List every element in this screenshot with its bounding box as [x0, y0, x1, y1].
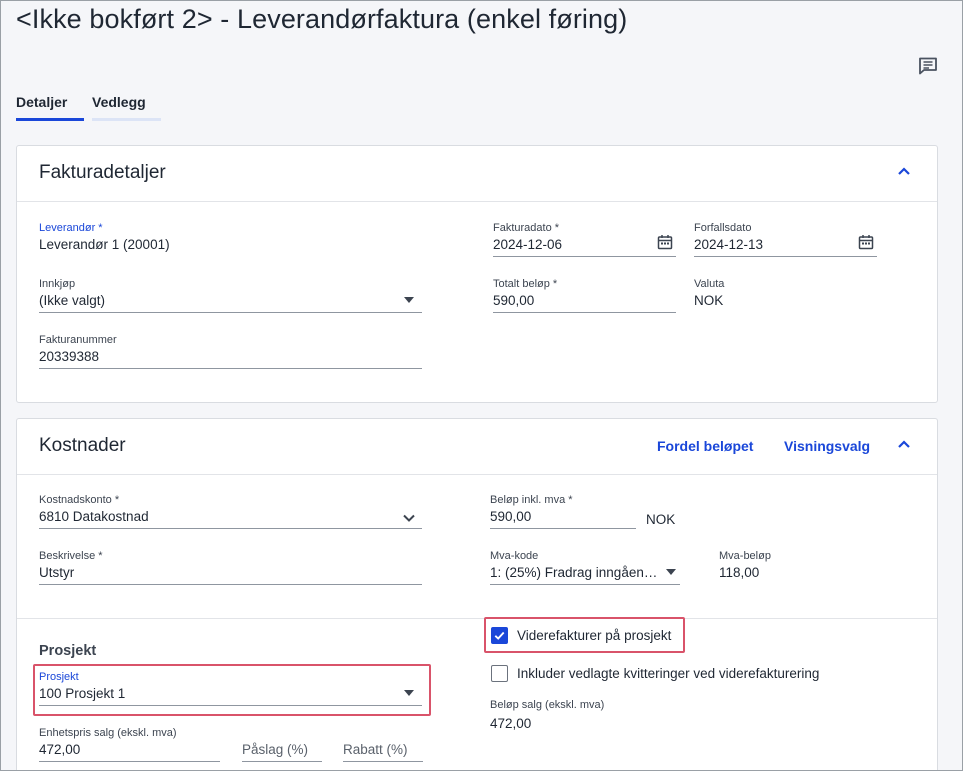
check-icon: [494, 631, 505, 640]
discount-label: Rabatt (%): [343, 742, 408, 757]
project-divider: [17, 618, 937, 619]
calendar-icon[interactable]: [657, 234, 673, 250]
markup-field[interactable]: Påslag (%): [242, 727, 322, 763]
tab-details-underline: [16, 118, 84, 121]
amount-incl-vat-underline: [490, 528, 636, 529]
invoice-number-underline: [39, 368, 422, 369]
purchase-select[interactable]: Innkjøp (Ikke valgt): [39, 278, 422, 314]
caret-down-icon: [404, 297, 414, 303]
caret-down-icon: [404, 690, 414, 696]
page-title: <Ikke bokført 2> - Leverandørfaktura (en…: [16, 4, 628, 34]
unit-price-label: Enhetspris salg (ekskl. mva): [39, 727, 177, 739]
discount-field[interactable]: Rabatt (%): [343, 727, 423, 763]
unit-price-underline: [39, 761, 220, 762]
due-date-field[interactable]: Forfallsdato 2024-12-13: [694, 222, 877, 258]
amount-currency: NOK: [646, 512, 676, 527]
amount-incl-vat-label: Beløp inkl. mva *: [490, 494, 573, 506]
project-label: Prosjekt: [39, 671, 79, 683]
supplier-label: Leverandør *: [39, 222, 103, 234]
description-underline: [39, 584, 422, 585]
supplier-field[interactable]: Leverandør * Leverandør 1 (20001): [39, 222, 422, 258]
currency-value: NOK: [694, 293, 724, 308]
purchase-value: (Ikke valgt): [39, 293, 106, 308]
unit-price-value: 472,00: [39, 742, 81, 757]
purchase-underline: [39, 312, 422, 313]
comment-icon[interactable]: [918, 57, 938, 75]
project-select[interactable]: Prosjekt 100 Prosjekt 1: [39, 671, 422, 707]
due-date-value: 2024-12-13: [694, 237, 764, 252]
invoice-number-label: Fakturanummer: [39, 334, 117, 346]
invoice-details-card: Fakturadetaljer Leverandør * Leverandør …: [16, 145, 938, 403]
cost-account-underline: [39, 528, 422, 529]
tab-attachments-underline: [92, 118, 161, 121]
include-receipts-label[interactable]: Inkluder vedlagte kvitteringer ved vider…: [517, 666, 819, 681]
description-label: Beskrivelse *: [39, 550, 103, 562]
caret-down-icon: [666, 569, 676, 575]
description-value: Utstyr: [39, 565, 75, 580]
invoice-date-underline: [493, 256, 676, 257]
tab-attachments[interactable]: Vedlegg: [92, 94, 161, 121]
total-amount-field[interactable]: Totalt beløp * 590,00: [493, 278, 676, 314]
invoice-number-value: 20339388: [39, 349, 100, 364]
due-date-underline: [694, 256, 877, 257]
vat-code-label: Mva-kode: [490, 550, 539, 562]
costs-title: Kostnader: [39, 435, 126, 456]
due-date-label: Forfallsdato: [694, 222, 752, 234]
amount-incl-vat-field[interactable]: Beløp inkl. mva * 590,00: [490, 494, 636, 530]
description-field[interactable]: Beskrivelse * Utstyr: [39, 550, 422, 586]
invoice-date-field[interactable]: Fakturadato * 2024-12-06: [493, 222, 676, 258]
chevron-up-icon[interactable]: [897, 166, 911, 176]
vat-amount-field: Mva-beløp 118,00: [719, 550, 839, 586]
vat-amount-label: Mva-beløp: [719, 550, 771, 562]
total-amount-value: 590,00: [493, 293, 535, 308]
unit-price-field[interactable]: Enhetspris salg (ekskl. mva) 472,00: [39, 727, 220, 763]
costs-header: Kostnader Fordel beløpet Visningsvalg: [17, 419, 937, 475]
invoice-date-value: 2024-12-06: [493, 237, 563, 252]
vat-code-select[interactable]: Mva-kode 1: (25%) Fradrag inngåen…: [490, 550, 680, 586]
vat-code-underline: [490, 584, 680, 585]
tab-details-label: Detaljer: [16, 94, 68, 110]
project-underline: [39, 705, 422, 706]
rebill-label[interactable]: Viderefakturer på prosjekt: [517, 628, 671, 643]
currency-label: Valuta: [694, 278, 725, 290]
total-amount-label: Totalt beløp *: [493, 278, 558, 290]
supplier-value: Leverandør 1 (20001): [39, 237, 170, 252]
amount-incl-vat-value: 590,00: [490, 509, 532, 524]
markup-label: Påslag (%): [242, 742, 309, 757]
tab-attachments-label: Vedlegg: [92, 94, 146, 110]
project-section-title: Prosjekt: [39, 643, 97, 659]
distribute-amount-button[interactable]: Fordel beløpet: [657, 438, 753, 454]
calendar-icon[interactable]: [858, 234, 874, 250]
vat-amount-value: 118,00: [719, 565, 760, 580]
vat-code-value: 1: (25%) Fradrag inngåen…: [490, 565, 658, 580]
sale-amount-field: Beløp salg (ekskl. mva) 472,00: [490, 699, 690, 735]
invoice-details-header: Fakturadetaljer: [17, 146, 937, 202]
discount-underline: [343, 761, 423, 762]
sale-amount-value: 472,00: [490, 716, 532, 731]
tab-details[interactable]: Detaljer: [16, 94, 84, 121]
project-value: 100 Prosjekt 1: [39, 686, 126, 701]
include-receipts-checkbox[interactable]: [491, 665, 508, 682]
total-amount-underline: [493, 312, 676, 313]
sale-amount-label: Beløp salg (ekskl. mva): [490, 699, 605, 711]
cost-account-select[interactable]: Kostnadskonto * 6810 Datakostnad: [39, 494, 422, 530]
view-options-button[interactable]: Visningsvalg: [784, 438, 870, 454]
invoice-number-field[interactable]: Fakturanummer 20339388: [39, 334, 422, 370]
chevron-up-icon[interactable]: [897, 439, 911, 449]
cost-account-value: 6810 Datakostnad: [39, 509, 149, 524]
markup-underline: [242, 761, 322, 762]
rebill-checkbox[interactable]: [491, 627, 508, 644]
chevron-down-icon: [403, 514, 415, 522]
costs-card: Kostnader Fordel beløpet Visningsvalg Ko…: [16, 418, 938, 771]
invoice-date-label: Fakturadato *: [493, 222, 560, 234]
purchase-label: Innkjøp: [39, 278, 76, 290]
currency-field: Valuta NOK: [694, 278, 814, 314]
cost-account-label: Kostnadskonto *: [39, 494, 120, 506]
invoice-details-title: Fakturadetaljer: [39, 162, 166, 183]
